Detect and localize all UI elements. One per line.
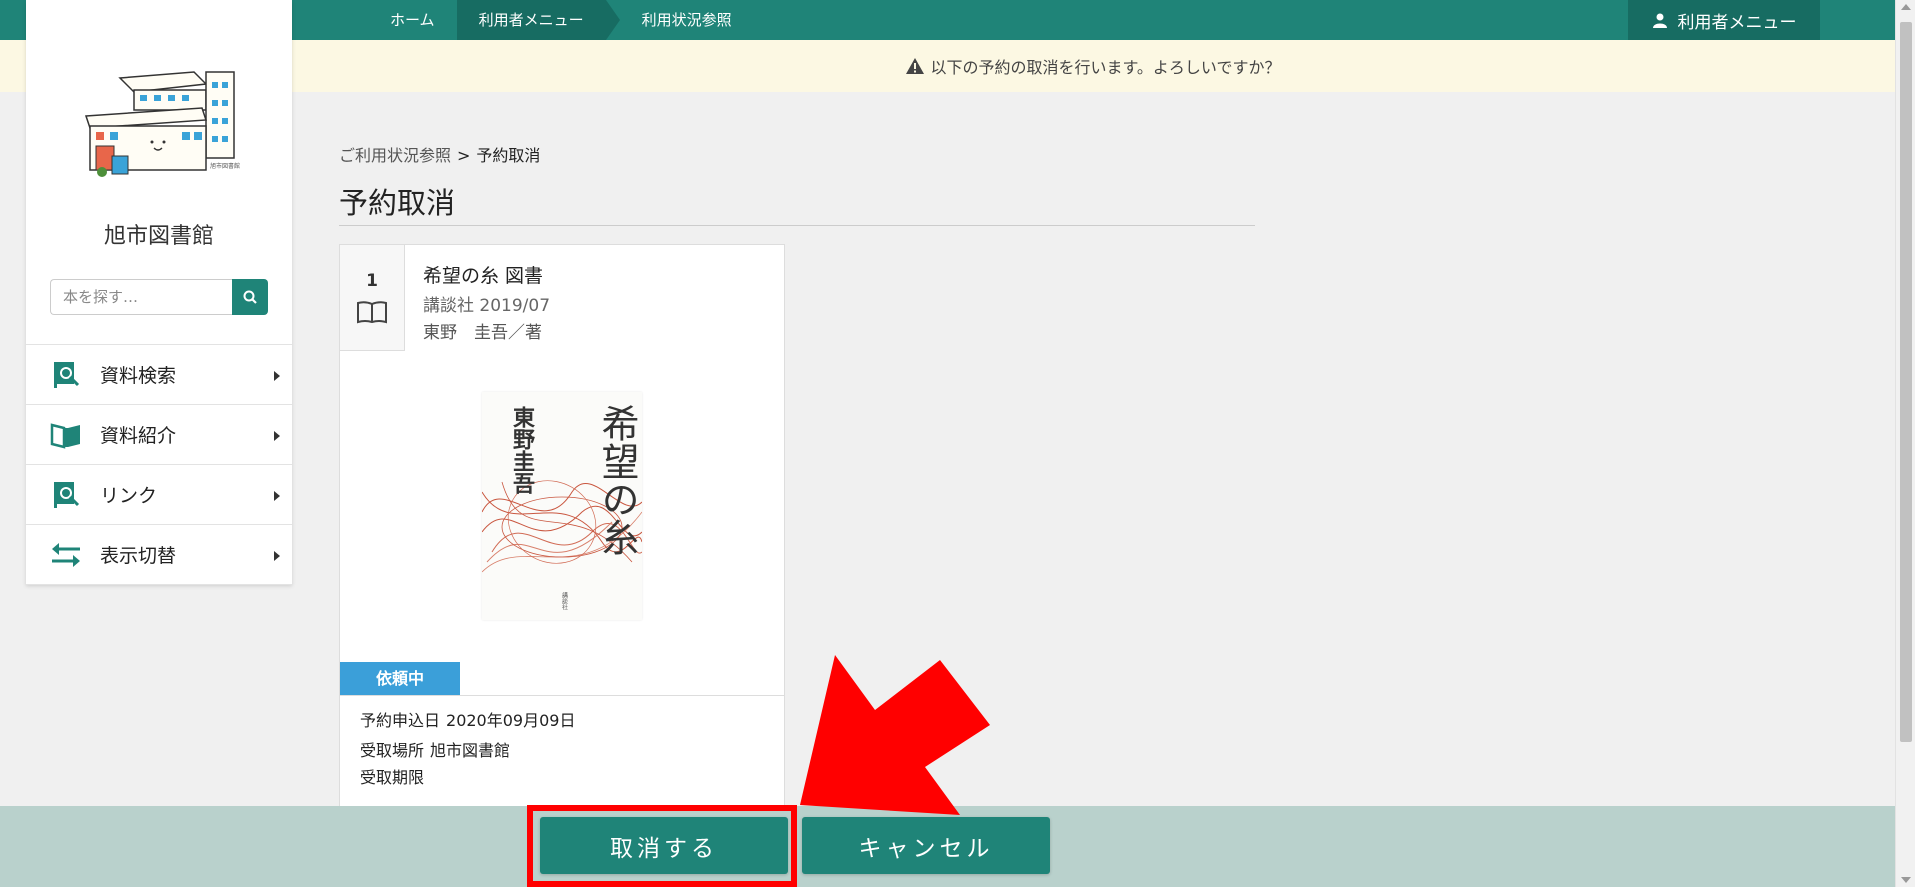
caret-right-icon xyxy=(274,491,280,501)
sidebar-item-links[interactable]: リンク xyxy=(26,465,292,525)
item-number: 1 xyxy=(366,271,378,291)
status-badge: 依頼中 xyxy=(340,662,460,695)
scroll-up-icon[interactable] xyxy=(1901,4,1911,10)
book-icon xyxy=(357,301,387,324)
warning-icon xyxy=(905,58,924,74)
pickup-location-row: 受取場所 旭市図書館 xyxy=(360,737,510,761)
library-name: 旭市図書館 xyxy=(103,224,214,249)
book-title[interactable]: 希望の糸 図書 xyxy=(423,261,543,288)
reservation-card: 1 希望の糸 図書 講談社 2019/07 東野 圭吾／著 希望の糸 東野圭吾 … xyxy=(339,244,785,824)
sidebar-item-label: 資料紹介 xyxy=(100,425,177,447)
detail-value: 旭市図書館 xyxy=(430,741,511,760)
caret-right-icon xyxy=(274,371,280,381)
search-icon xyxy=(243,290,257,304)
pickup-deadline-row: 受取期限 xyxy=(360,764,430,788)
link-search-icon xyxy=(50,479,82,511)
nav-usage-link[interactable]: 利用状況参照 xyxy=(620,0,754,40)
book-publisher-date: 講談社 2019/07 xyxy=(423,296,551,316)
svg-text:旭市図書館: 旭市図書館 xyxy=(210,162,240,170)
breadcrumb-current: 予約取消 xyxy=(476,146,541,165)
detail-label: 受取場所 xyxy=(360,741,425,760)
cover-title: 希望の糸 xyxy=(595,404,639,556)
book-author: 東野 圭吾／著 xyxy=(423,323,542,343)
annotation-arrow-icon xyxy=(800,655,990,815)
detail-label: 予約申込日 xyxy=(360,711,441,730)
title-divider xyxy=(339,225,1255,226)
alert-message: 以下の予約の取消を行います。よろしいですか？ xyxy=(930,58,1281,77)
user-menu-button[interactable]: 利用者メニュー xyxy=(1628,0,1820,40)
user-icon xyxy=(1652,13,1667,28)
sidebar-item-material-search[interactable]: 資料検索 xyxy=(26,345,292,405)
swap-arrows-icon xyxy=(50,539,82,571)
sidebar-item-display-toggle[interactable]: 表示切替 xyxy=(26,525,292,585)
page-scrollbar[interactable] xyxy=(1895,0,1915,887)
nav-user-menu-link[interactable]: 利用者メニュー xyxy=(456,0,620,40)
library-logo[interactable]: 旭市図書館 xyxy=(82,60,262,190)
sidebar-menu: 資料検索 資料紹介 リンク 表示切替 xyxy=(26,344,292,585)
sidebar-item-label: 表示切替 xyxy=(100,545,177,567)
search-input[interactable] xyxy=(50,279,232,315)
reservation-date-row: 予約申込日 2020年09月09日 xyxy=(360,707,575,731)
book-search-icon xyxy=(50,359,82,391)
page-title: 予約取消 xyxy=(339,186,456,220)
cover-publisher: 講談社 xyxy=(561,591,568,611)
card-divider xyxy=(340,695,784,696)
search-button[interactable] xyxy=(232,279,268,315)
open-book-icon xyxy=(50,419,82,451)
detail-label: 受取期限 xyxy=(360,768,425,787)
book-cover-image: 希望の糸 東野圭吾 講談社 xyxy=(481,392,643,620)
breadcrumb-parent-link[interactable]: ご利用状況参照 xyxy=(339,146,451,165)
breadcrumb-separator: > xyxy=(457,146,471,165)
scrollbar-thumb[interactable] xyxy=(1900,22,1912,742)
nav-breadcrumb: ホーム 利用者メニュー 利用状況参照 xyxy=(368,0,754,40)
sidebar-item-material-intro[interactable]: 資料紹介 xyxy=(26,405,292,465)
cover-author: 東野圭吾 xyxy=(509,406,535,495)
search-form xyxy=(50,279,268,315)
sidebar: 旭市図書館 旭市図書館 資料検索 資料紹介 リンク xyxy=(26,0,292,585)
sidebar-item-label: 資料検索 xyxy=(100,365,177,387)
nav-home-link[interactable]: ホーム xyxy=(368,0,457,40)
breadcrumb: ご利用状況参照 > 予約取消 xyxy=(339,142,540,166)
user-menu-label: 利用者メニュー xyxy=(1677,12,1797,33)
caret-right-icon xyxy=(274,551,280,561)
sidebar-item-label: リンク xyxy=(100,485,158,507)
detail-value: 2020年09月09日 xyxy=(446,711,576,730)
scroll-down-icon[interactable] xyxy=(1901,877,1911,883)
annotation-highlight-box xyxy=(527,805,797,887)
item-number-box: 1 xyxy=(340,245,405,351)
caret-right-icon xyxy=(274,431,280,441)
